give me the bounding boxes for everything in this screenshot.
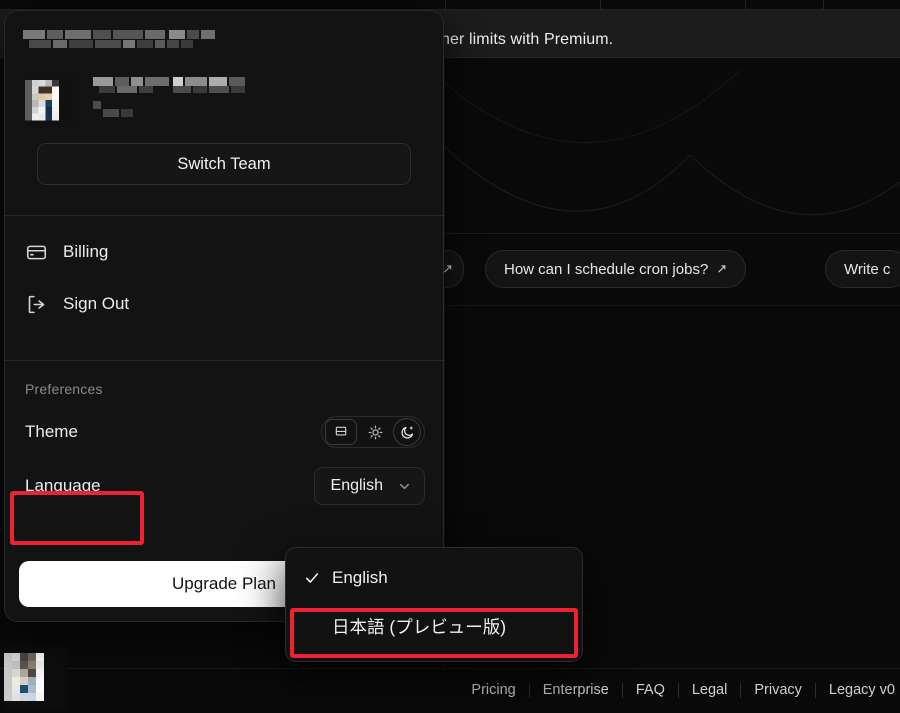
account-menu-panel: Switch Team Billing Sign Out Preferences… (4, 10, 444, 622)
team-name-redacted (23, 29, 251, 51)
language-option-japanese-label: 日本語 (プレビュー版) (332, 616, 507, 637)
theme-option-system[interactable] (325, 419, 357, 445)
footer-link-enterprise[interactable]: Enterprise (530, 683, 623, 698)
app-root: gher limits with Premium. ↗ How can I sc… (0, 0, 900, 713)
language-selected-value: English (330, 477, 383, 494)
footer-links: Pricing Enterprise FAQ Legal Privacy Leg… (458, 683, 900, 698)
language-dropdown-menu: English 日本語 (プレビュー版) (285, 547, 583, 662)
theme-row: Theme (5, 405, 443, 459)
footer-divider (0, 668, 900, 669)
user-email-redacted (93, 101, 308, 119)
footer-link-pricing[interactable]: Pricing (458, 683, 530, 698)
avatar (25, 73, 79, 127)
menu-item-billing-label: Billing (63, 242, 109, 261)
language-label: Language (25, 476, 101, 495)
sun-icon (368, 425, 382, 439)
footer-link-privacy[interactable]: Privacy (741, 683, 816, 698)
theme-label: Theme (25, 422, 78, 441)
language-option-japanese[interactable]: 日本語 (プレビュー版) (286, 602, 582, 650)
top-divider-2 (600, 0, 601, 10)
sign-out-icon (25, 293, 47, 315)
theme-option-dark[interactable] (393, 418, 421, 446)
credit-card-icon (25, 241, 47, 263)
suggestion-chip-2[interactable]: Write c (825, 250, 900, 288)
footer-link-legacy-v0[interactable]: Legacy v0 (816, 683, 900, 698)
preferences-heading: Preferences (25, 381, 103, 397)
footer-link-faq[interactable]: FAQ (623, 683, 679, 698)
menu-item-sign-out[interactable]: Sign Out (5, 278, 443, 330)
premium-banner-text: gher limits with Premium. (432, 31, 614, 48)
top-divider-4 (823, 0, 824, 10)
top-divider-3 (745, 0, 746, 10)
account-header: Switch Team (5, 11, 443, 197)
account-actions: Billing Sign Out (5, 216, 443, 342)
theme-toggle-group[interactable] (321, 416, 425, 448)
window-top-strip (0, 0, 900, 10)
footer-link-legal[interactable]: Legal (679, 683, 742, 698)
moon-icon (400, 426, 413, 439)
user-row (23, 73, 425, 127)
language-option-english-label: English (332, 568, 388, 587)
check-icon (302, 570, 322, 586)
top-divider-1 (445, 0, 446, 10)
footer: Pricing Enterprise FAQ Legal Privacy Leg… (0, 668, 900, 713)
theme-option-light[interactable] (359, 419, 391, 445)
user-name-redacted (93, 77, 308, 95)
arrow-up-right-icon: ↗ (716, 261, 728, 276)
switch-team-button[interactable]: Switch Team (37, 143, 411, 185)
language-select-trigger[interactable]: English (313, 467, 425, 505)
menu-item-billing[interactable]: Billing (5, 226, 443, 278)
preferences-section: Preferences Theme Language English (5, 361, 443, 513)
suggestion-chip-1[interactable]: How can I schedule cron jobs? ↗ (485, 250, 747, 288)
user-meta (93, 73, 308, 119)
menu-item-sign-out-label: Sign Out (63, 294, 130, 313)
switch-team-label: Switch Team (177, 154, 271, 173)
chevron-down-icon (397, 479, 412, 494)
suggestion-chip-2-label: Write c (844, 260, 891, 278)
language-option-english[interactable]: English (286, 554, 582, 602)
suggestion-chip-1-label: How can I schedule cron jobs? (504, 260, 709, 278)
language-row: Language English (5, 459, 443, 513)
upgrade-plan-label: Upgrade Plan (172, 574, 276, 593)
monitor-icon (335, 426, 347, 436)
corner-avatar[interactable] (4, 645, 68, 709)
